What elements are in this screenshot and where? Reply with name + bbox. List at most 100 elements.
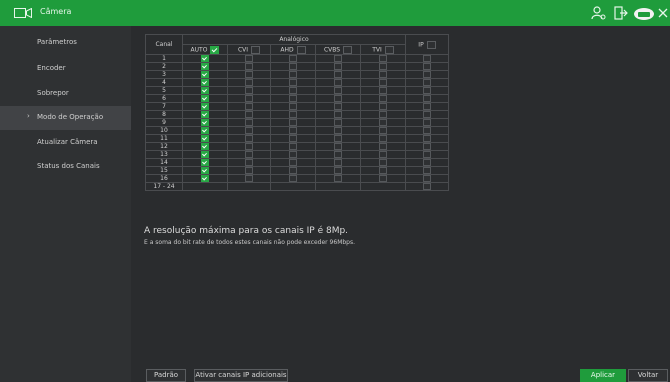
channel-mode-checkbox[interactable] [201, 167, 209, 174]
channel-mode-checkbox[interactable] [289, 71, 297, 78]
channel-mode-checkbox[interactable] [289, 151, 297, 158]
channel-mode-checkbox[interactable] [201, 151, 209, 158]
channel-mode-checkbox[interactable] [423, 111, 431, 118]
channel-mode-checkbox[interactable] [423, 79, 431, 86]
channel-mode-checkbox[interactable] [379, 159, 387, 166]
channel-mode-checkbox[interactable] [245, 55, 253, 62]
channel-mode-checkbox[interactable] [289, 79, 297, 86]
channel-mode-checkbox[interactable] [334, 143, 342, 150]
channel-mode-checkbox[interactable] [379, 103, 387, 110]
channel-mode-checkbox[interactable] [201, 143, 209, 150]
channel-mode-checkbox[interactable] [423, 103, 431, 110]
close-icon[interactable] [657, 4, 669, 22]
channel-mode-checkbox[interactable] [334, 167, 342, 174]
sidebar-item-status-dos-canais[interactable]: Status dos Canais [0, 155, 131, 179]
default-button[interactable]: Padrão [146, 369, 186, 382]
channel-mode-checkbox[interactable] [245, 143, 253, 150]
channel-mode-checkbox[interactable] [289, 167, 297, 174]
channel-mode-checkbox[interactable] [379, 135, 387, 142]
cloud-icon[interactable] [632, 4, 656, 22]
channel-mode-checkbox[interactable] [289, 111, 297, 118]
channel-mode-checkbox[interactable] [334, 159, 342, 166]
channel-mode-checkbox[interactable] [201, 63, 209, 70]
channel-mode-checkbox[interactable] [379, 167, 387, 174]
channel-mode-checkbox[interactable] [245, 119, 253, 126]
channel-mode-checkbox[interactable] [379, 127, 387, 134]
column-header-checkbox[interactable] [384, 45, 394, 54]
channel-mode-checkbox[interactable] [379, 111, 387, 118]
channel-mode-checkbox[interactable] [245, 159, 253, 166]
channel-mode-checkbox[interactable] [245, 167, 253, 174]
channel-mode-checkbox[interactable] [334, 127, 342, 134]
channel-mode-checkbox[interactable] [379, 143, 387, 150]
channel-mode-checkbox[interactable] [423, 119, 431, 126]
channel-mode-checkbox[interactable] [423, 159, 431, 166]
channel-mode-checkbox[interactable] [201, 159, 209, 166]
channel-mode-checkbox[interactable] [379, 71, 387, 78]
channel-mode-checkbox[interactable] [379, 79, 387, 86]
channel-mode-checkbox[interactable] [379, 95, 387, 102]
channel-mode-checkbox[interactable] [201, 95, 209, 102]
channel-mode-checkbox[interactable] [334, 119, 342, 126]
channel-mode-checkbox[interactable] [423, 55, 431, 62]
channel-mode-checkbox[interactable] [245, 103, 253, 110]
channel-mode-checkbox[interactable] [423, 95, 431, 102]
channel-mode-checkbox[interactable] [289, 143, 297, 150]
channel-mode-checkbox[interactable] [289, 103, 297, 110]
column-header-checkbox[interactable] [210, 45, 220, 54]
channel-mode-checkbox[interactable] [379, 119, 387, 126]
channel-mode-checkbox[interactable] [245, 135, 253, 142]
channel-mode-checkbox[interactable] [245, 151, 253, 158]
back-button[interactable]: Voltar [628, 369, 668, 382]
sidebar-item-atualizar-camera[interactable]: Atualizar Câmera [0, 131, 131, 155]
ip-header-checkbox[interactable] [426, 40, 436, 49]
channel-mode-checkbox[interactable] [423, 135, 431, 142]
channel-mode-checkbox[interactable] [289, 175, 297, 182]
channel-mode-checkbox[interactable] [289, 135, 297, 142]
channel-mode-checkbox[interactable] [334, 135, 342, 142]
apply-button[interactable]: Aplicar [580, 369, 626, 382]
channel-mode-checkbox[interactable] [245, 111, 253, 118]
sidebar-item-parametros[interactable]: Parâmetros [0, 31, 131, 55]
channel-mode-checkbox[interactable] [245, 87, 253, 94]
channel-mode-checkbox[interactable] [334, 55, 342, 62]
user-icon[interactable] [589, 4, 607, 22]
channel-mode-checkbox[interactable] [334, 151, 342, 158]
column-header-checkbox[interactable] [296, 45, 306, 54]
channel-mode-checkbox[interactable] [289, 55, 297, 62]
channel-mode-checkbox[interactable] [201, 127, 209, 134]
channel-mode-checkbox[interactable] [201, 119, 209, 126]
channel-mode-checkbox[interactable] [423, 71, 431, 78]
channel-mode-checkbox[interactable] [201, 79, 209, 86]
ip-channel-checkbox[interactable] [423, 183, 431, 190]
channel-mode-checkbox[interactable] [245, 175, 253, 182]
column-header-checkbox[interactable] [251, 45, 261, 54]
channel-mode-checkbox[interactable] [334, 95, 342, 102]
channel-mode-checkbox[interactable] [289, 119, 297, 126]
channel-mode-checkbox[interactable] [201, 175, 209, 182]
channel-mode-checkbox[interactable] [423, 143, 431, 150]
column-header-checkbox[interactable] [343, 45, 353, 54]
channel-mode-checkbox[interactable] [423, 63, 431, 70]
channel-mode-checkbox[interactable] [245, 127, 253, 134]
channel-mode-checkbox[interactable] [423, 175, 431, 182]
channel-mode-checkbox[interactable] [379, 151, 387, 158]
channel-mode-checkbox[interactable] [334, 71, 342, 78]
channel-mode-checkbox[interactable] [289, 87, 297, 94]
channel-mode-checkbox[interactable] [201, 135, 209, 142]
sidebar-item-encoder[interactable]: Encoder [0, 57, 131, 81]
channel-mode-checkbox[interactable] [201, 71, 209, 78]
channel-mode-checkbox[interactable] [379, 55, 387, 62]
channel-mode-checkbox[interactable] [379, 63, 387, 70]
channel-mode-checkbox[interactable] [334, 63, 342, 70]
channel-mode-checkbox[interactable] [289, 159, 297, 166]
sidebar-item-modo-de-operacao[interactable]: › Modo de Operação [0, 106, 131, 130]
channel-mode-checkbox[interactable] [245, 95, 253, 102]
channel-mode-checkbox[interactable] [201, 87, 209, 94]
add-ip-channels-button[interactable]: Ativar canais IP adicionais [194, 369, 288, 382]
channel-mode-checkbox[interactable] [289, 63, 297, 70]
channel-mode-checkbox[interactable] [245, 79, 253, 86]
channel-mode-checkbox[interactable] [423, 87, 431, 94]
channel-mode-checkbox[interactable] [201, 55, 209, 62]
channel-mode-checkbox[interactable] [423, 151, 431, 158]
